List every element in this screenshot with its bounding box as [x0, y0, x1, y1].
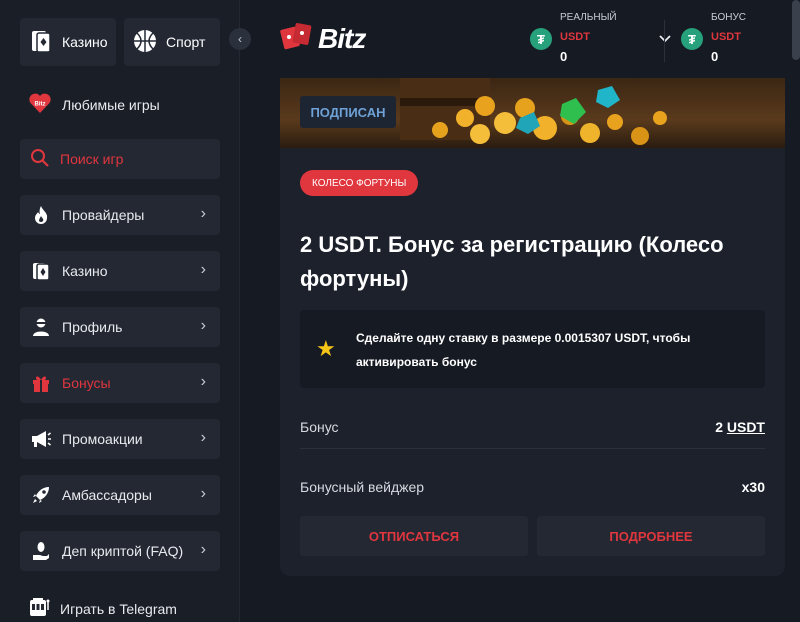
sidebar-item-label: Профиль [62, 319, 123, 335]
search-placeholder: Поиск игр [60, 151, 124, 167]
sidebar-item-label: Промоакции [62, 431, 143, 447]
logo-cards-icon [280, 20, 314, 57]
tab-casino[interactable]: Казино [20, 18, 116, 66]
sidebar-item-ambassadors[interactable]: Амбассадоры › [20, 475, 220, 515]
sidebar-item-profile[interactable]: Профиль › [20, 307, 220, 347]
subscribed-badge: ПОДПИСАН [300, 96, 396, 128]
wallet-real[interactable]: ₮ РЕАЛЬНЫЙ USDT 0 [530, 12, 671, 64]
row-value: x30 [741, 479, 765, 495]
tether-icon: ₮ [530, 28, 552, 50]
megaphone-icon [30, 428, 52, 450]
chevron-right-icon: › [200, 261, 206, 278]
unsubscribe-button[interactable]: ОТПИСАТЬСЯ [300, 516, 528, 556]
activation-notice: ★ Сделайте одну ставку в размере 0.00153… [300, 310, 765, 388]
rocket-icon [30, 484, 52, 506]
tab-sport[interactable]: Спорт [124, 18, 220, 66]
logo-text: Bitz [318, 22, 366, 54]
basketball-icon [132, 28, 158, 57]
flame-icon [30, 204, 52, 226]
wallet-value: 0 [560, 49, 568, 64]
heart-icon: Bitz [28, 92, 52, 117]
wallet-label: БОНУС [711, 12, 747, 23]
sidebar-item-label: Деп криптой (FAQ) [62, 543, 184, 559]
sidebar-item-casino[interactable]: Казино › [20, 251, 220, 291]
sidebar-item-providers[interactable]: Провайдеры › [20, 195, 220, 235]
row-label: Бонус [300, 419, 339, 435]
wallet-label: РЕАЛЬНЫЙ [560, 12, 617, 23]
search-input[interactable]: Поиск игр [20, 139, 220, 179]
collapse-sidebar-button[interactable]: ‹ [229, 28, 251, 50]
telegram-label: Играть в Telegram [60, 600, 177, 617]
sidebar-item-crypto-faq[interactable]: Деп криптой (FAQ) › [20, 531, 220, 571]
bonus-amount-value: 2 [715, 419, 723, 435]
bonus-title: 2 USDT. Бонус за регистрацию (Колесо фор… [300, 232, 724, 291]
chevron-right-icon: › [200, 205, 206, 222]
cards-icon [30, 260, 52, 282]
bonus-card: ПОДПИСАН КОЛЕСО ФОРТУНЫ 2 USDT. Бонус за… [280, 78, 785, 576]
notice-text: Сделайте одну ставку в размере 0.0015307… [356, 331, 691, 369]
chevron-right-icon: › [200, 317, 206, 334]
wallet-currency: USDT [711, 31, 741, 43]
bonus-currency-link[interactable]: USDT [727, 419, 765, 435]
chevron-right-icon: › [200, 541, 206, 558]
chevron-right-icon: › [200, 373, 206, 390]
top-tabs: Казино Спорт [20, 18, 220, 66]
details-button[interactable]: ПОДРОБНЕЕ [537, 516, 765, 556]
chevron-right-icon: › [200, 485, 206, 502]
bonus-amount-row: Бонус 2 USDT [300, 405, 765, 449]
chevron-right-icon: › [200, 429, 206, 446]
search-icon [30, 148, 50, 171]
heart-icon-text: Bitz [35, 102, 46, 108]
row-value: 2 USDT [715, 419, 765, 435]
tab-casino-label: Казино [62, 34, 108, 50]
tab-sport-label: Спорт [166, 34, 206, 50]
gift-icon [30, 372, 52, 394]
bonus-banner-image: ПОДПИСАН [280, 78, 785, 148]
wallet-bonus[interactable]: ₮ БОНУС USDT 0 [681, 12, 746, 64]
sidebar: Казино Спорт Bitz Любимые игры Поиск игр… [0, 0, 240, 622]
chevron-left-icon: ‹ [238, 32, 242, 46]
user-icon [30, 316, 52, 338]
row-label: Бонусный вейджер [300, 479, 425, 495]
sidebar-item-promotions[interactable]: Промоакции › [20, 419, 220, 459]
logo[interactable]: Bitz [280, 20, 366, 57]
header: Bitz ₮ РЕАЛЬНЫЙ USDT 0 ₮ БОНУС USDT 0 [240, 0, 800, 72]
sidebar-item-label: Казино [62, 263, 108, 279]
sidebar-item-label: Бонусы [62, 375, 111, 391]
favorites-link[interactable]: Bitz Любимые игры [28, 92, 160, 117]
wallet-value: 0 [711, 49, 719, 64]
tether-icon: ₮ [681, 28, 703, 50]
sidebar-item-label: Амбассадоры [62, 487, 152, 503]
category-tag: КОЛЕСО ФОРТУНЫ [300, 170, 419, 196]
wallet-currency: USDT [560, 31, 590, 43]
favorites-label: Любимые игры [62, 96, 160, 113]
row-divider [300, 448, 765, 449]
slot-machine-icon [28, 596, 50, 621]
header-divider [664, 20, 665, 62]
scrollbar-thumb[interactable] [792, 0, 800, 60]
sidebar-item-label: Провайдеры [62, 207, 145, 223]
hand-coin-icon [30, 540, 52, 562]
cards-icon [28, 28, 54, 57]
wager-row: Бонусный вейджер x30 [300, 465, 765, 509]
star-icon: ★ [316, 336, 336, 361]
sidebar-item-bonuses[interactable]: Бонусы › [20, 363, 220, 403]
telegram-link[interactable]: Играть в Telegram [28, 596, 177, 621]
